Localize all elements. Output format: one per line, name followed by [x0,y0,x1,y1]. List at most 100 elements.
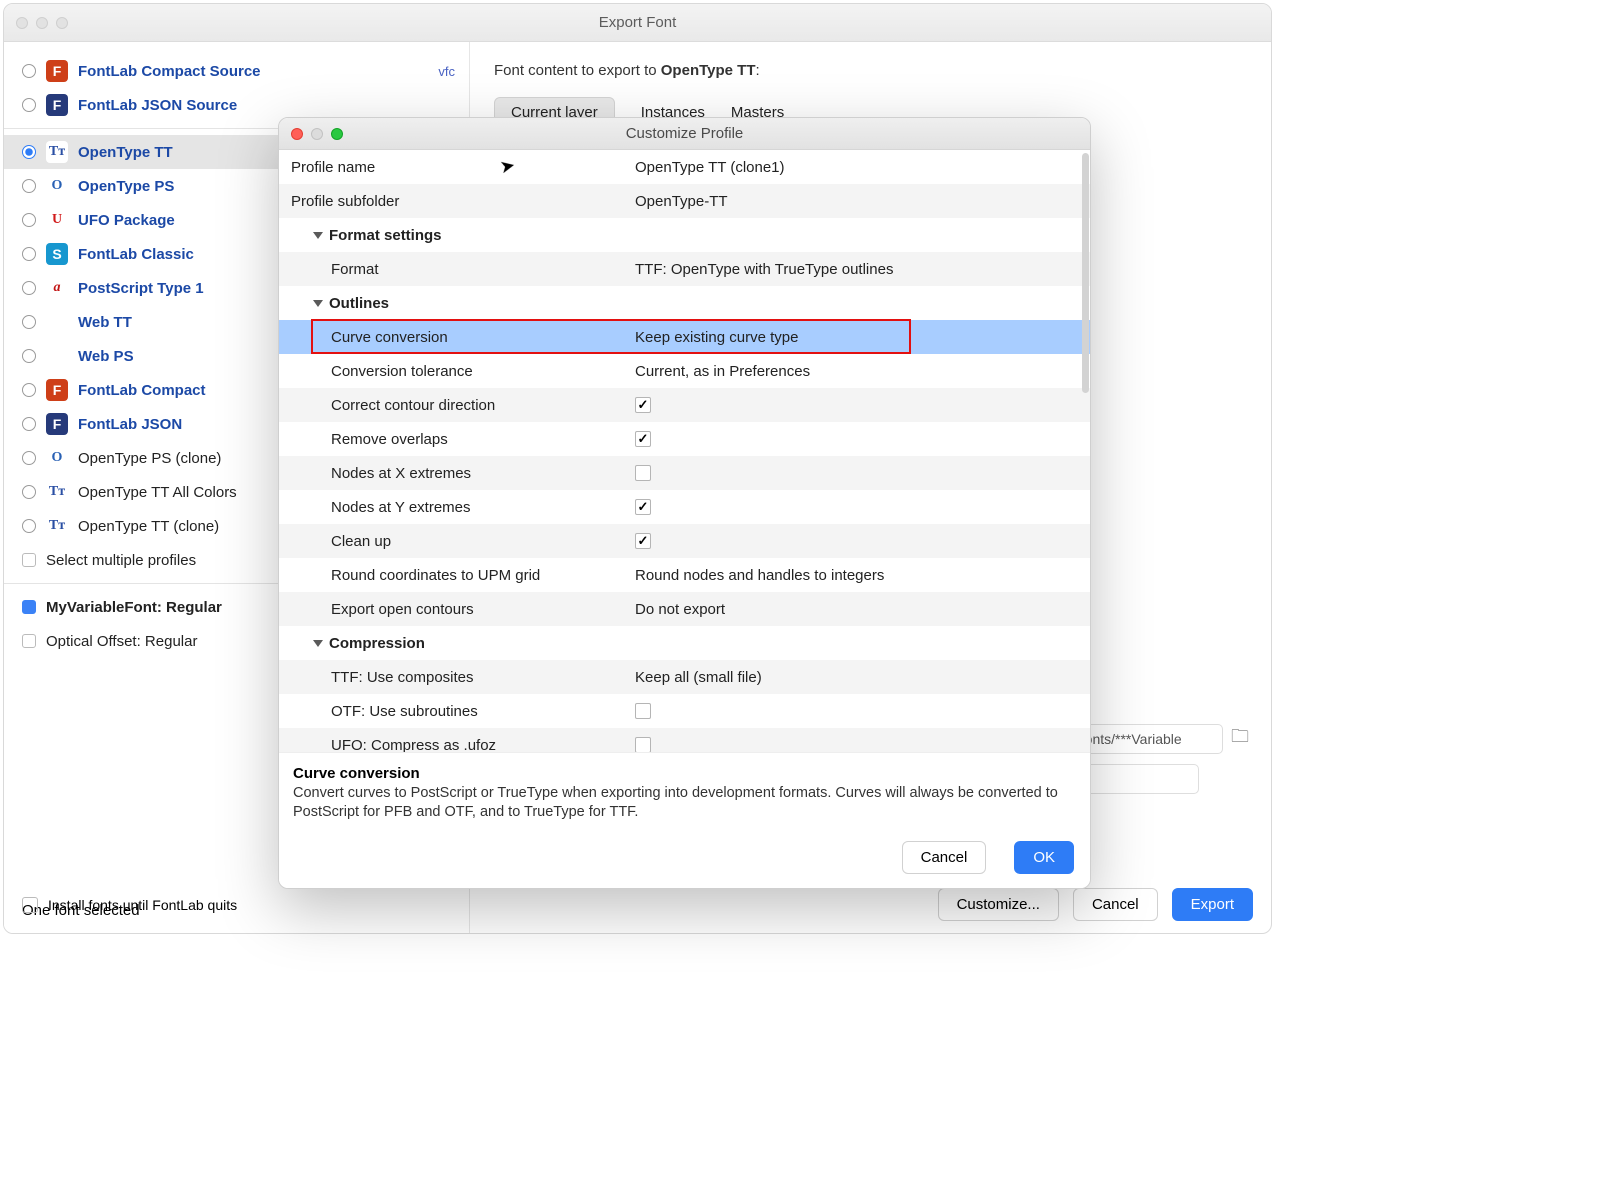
profile-label: FontLab Compact Source [78,63,261,80]
cancel-button[interactable]: Cancel [902,841,987,874]
setting-row[interactable]: Profile name OpenType TT (clone1) [279,150,1090,184]
setting-key: Clean up [291,533,635,550]
checkbox-icon[interactable] [635,703,651,719]
checkbox-icon[interactable] [635,397,651,413]
setting-value[interactable]: Keep existing curve type [635,329,1090,346]
profile-label: OpenType TT All Colors [78,484,237,501]
setting-row[interactable]: Profile subfolder OpenType-TT [279,184,1090,218]
setting-row[interactable]: Format TTF: OpenType with TrueType outli… [279,252,1090,286]
setting-value[interactable]: OpenType TT (clone1) [635,159,1090,176]
radio-icon[interactable] [22,145,36,159]
profile-label: FontLab JSON Source [78,97,237,114]
setting-key: Profile subfolder [291,193,635,210]
export-button[interactable]: Export [1172,888,1253,921]
radio-icon[interactable] [22,417,36,431]
setting-value[interactable]: Current, as in Preferences [635,363,1090,380]
setting-row[interactable]: Remove overlaps [279,422,1090,456]
checkbox-icon[interactable] [635,465,651,481]
radio-icon[interactable] [22,179,36,193]
help-text: Convert curves to PostScript or TrueType… [293,784,1076,823]
section-header: Format settings [329,227,442,244]
setting-value[interactable]: OpenType-TT [635,193,1090,210]
setting-row[interactable]: Round coordinates to UPM grid Round node… [279,558,1090,592]
maximize-icon[interactable] [56,17,68,29]
ok-button[interactable]: OK [1014,841,1074,874]
profile-row[interactable]: F FontLab Compact Source vfc [4,54,469,88]
profile-icon: Tᴛ [46,141,68,163]
radio-icon[interactable] [22,64,36,78]
setting-value[interactable]: Round nodes and handles to integers [635,567,1090,584]
traffic-lights [291,128,343,140]
chevron-down-icon[interactable] [313,232,323,239]
setting-row[interactable]: Clean up [279,524,1090,558]
font-label: MyVariableFont: Regular [46,599,222,616]
traffic-lights [16,17,68,29]
profile-label: OpenType TT (clone) [78,518,219,535]
setting-row[interactable]: Correct contour direction [279,388,1090,422]
radio-icon[interactable] [22,247,36,261]
section-header: Compression [329,635,425,652]
profile-icon: U [46,209,68,231]
profile-label: OpenType PS (clone) [78,450,221,467]
checkbox-icon[interactable] [22,634,36,648]
minimize-icon[interactable] [36,17,48,29]
setting-key: Export open contours [291,601,635,618]
setting-key: TTF: Use composites [291,669,635,686]
install-label: Install fonts until FontLab quits [48,897,237,913]
setting-row[interactable]: Nodes at Y extremes [279,490,1090,524]
setting-key: OTF: Use subroutines [291,703,635,720]
settings-scroll[interactable]: Profile name OpenType TT (clone1)Profile… [279,150,1090,752]
setting-key: Format [291,261,635,278]
profile-icon: F [46,379,68,401]
radio-icon[interactable] [22,519,36,533]
profile-icon: Tᴛ [46,515,68,537]
checkbox-icon[interactable] [635,499,651,515]
chevron-down-icon[interactable] [313,300,323,307]
setting-row[interactable]: TTF: Use composites Keep all (small file… [279,660,1090,694]
setting-row[interactable]: Nodes at X extremes [279,456,1090,490]
chevron-down-icon[interactable] [313,640,323,647]
setting-value[interactable]: TTF: OpenType with TrueType outlines [635,261,1090,278]
setting-value[interactable]: Keep all (small file) [635,669,1090,686]
profile-label: FontLab Classic [78,246,194,263]
folder-icon[interactable]: 🗀 [1231,724,1249,754]
minimize-icon [311,128,323,140]
profile-icon: S [46,243,68,265]
export-footer: Install fonts until FontLab quits Custom… [22,888,1253,921]
radio-icon[interactable] [22,213,36,227]
setting-row[interactable]: Format settings [279,218,1090,252]
checkbox-icon[interactable] [22,553,36,567]
setting-row[interactable]: Compression [279,626,1090,660]
setting-value[interactable]: Do not export [635,601,1090,618]
profile-icon: O [46,175,68,197]
radio-icon[interactable] [22,451,36,465]
setting-row[interactable]: Conversion tolerance Current, as in Pref… [279,354,1090,388]
checkbox-icon[interactable] [635,431,651,447]
radio-icon[interactable] [22,315,36,329]
radio-icon[interactable] [22,485,36,499]
export-window-title: Export Font [599,14,677,31]
radio-icon[interactable] [22,349,36,363]
setting-row[interactable]: UFO: Compress as .ufoz [279,728,1090,752]
close-icon[interactable] [291,128,303,140]
radio-icon[interactable] [22,383,36,397]
setting-row[interactable]: Export open contours Do not export [279,592,1090,626]
setting-row[interactable]: Outlines [279,286,1090,320]
checkbox-icon[interactable] [635,533,651,549]
checkbox-icon[interactable] [22,600,36,614]
profile-label: OpenType TT [78,144,173,161]
scrollbar-thumb[interactable] [1082,153,1089,393]
radio-icon[interactable] [22,98,36,112]
close-icon[interactable] [16,17,28,29]
checkbox-icon[interactable] [635,737,651,752]
dialog-footer: Cancel OK [279,831,1090,888]
content-to-export-label: Font content to export to OpenType TT: [494,62,1247,79]
setting-row[interactable]: OTF: Use subroutines [279,694,1090,728]
customize-button[interactable]: Customize... [938,888,1059,921]
cancel-button[interactable]: Cancel [1073,888,1158,921]
setting-row[interactable]: Curve conversion Keep existing curve typ… [279,320,1090,354]
maximize-icon[interactable] [331,128,343,140]
install-checkbox[interactable] [22,897,38,913]
radio-icon[interactable] [22,281,36,295]
setting-key: Remove overlaps [291,431,635,448]
